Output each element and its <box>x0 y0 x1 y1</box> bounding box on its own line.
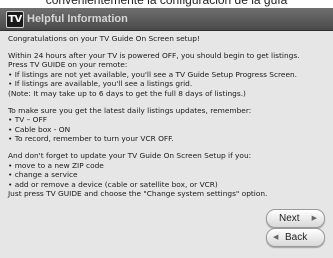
right-arrow-icon: ▶ <box>311 215 317 222</box>
info-line: • TV – OFF <box>8 115 47 125</box>
info-line: • If listings are available, you'll see … <box>8 79 193 89</box>
info-line: Within 24 hours after your TV is powered… <box>8 50 300 60</box>
info-line: • If listings are not yet available, you… <box>8 69 298 79</box>
info-line: • add or remove a device (cable or satel… <box>8 179 218 189</box>
info-line: • To record, remember to turn your VCR O… <box>8 134 174 144</box>
caption-text: convenientemente la configuración de la … <box>0 0 333 8</box>
info-line: Just press TV GUIDE and choose the "Chan… <box>8 189 268 199</box>
info-line: And don't forget to update your TV Guide… <box>8 150 252 160</box>
info-line: To make sure you get the latest daily li… <box>8 105 252 115</box>
next-button[interactable]: Next ▶ <box>266 209 325 228</box>
info-text: Congratulations on your TV Guide On Scre… <box>8 34 326 199</box>
next-button-label: Next <box>279 213 300 224</box>
back-button[interactable]: ◀ Back <box>266 228 325 247</box>
info-line: • change a service <box>8 170 78 180</box>
info-line: • Cable box - ON <box>8 124 71 134</box>
title-bar: TV Helpful Information <box>0 8 333 31</box>
info-line: (Note: It may take up to 6 days to get t… <box>8 88 246 98</box>
info-line: • move to a new ZIP code <box>8 160 104 170</box>
info-line: Press TV GUIDE on your remote: <box>8 60 128 70</box>
tv-guide-logo: TV <box>6 11 24 28</box>
screen-title: Helpful Information <box>27 13 128 25</box>
congrats-line: Congratulations on your TV Guide On Scre… <box>8 34 200 43</box>
back-button-label: Back <box>285 232 308 243</box>
left-arrow-icon: ◀ <box>273 234 279 241</box>
